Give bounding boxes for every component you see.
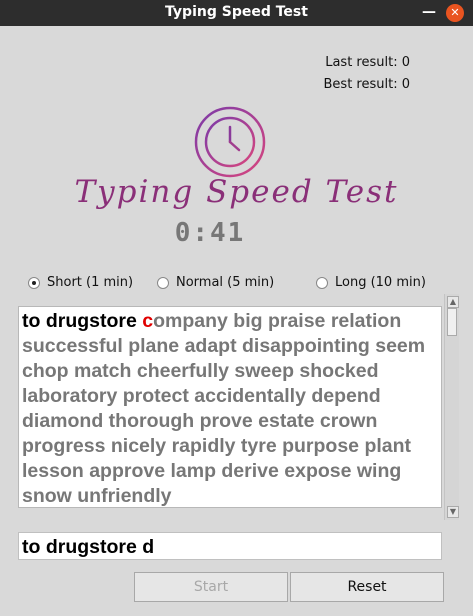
title-bar: Typing Speed Test — ✕ bbox=[0, 0, 473, 26]
current-char: c bbox=[142, 310, 154, 332]
typing-input[interactable]: to drugstore d bbox=[18, 532, 442, 560]
remaining-text: ompany big praise relation successful pl… bbox=[22, 310, 426, 507]
close-button[interactable]: ✕ bbox=[446, 4, 464, 22]
results-panel: Last result: 0 Best result: 0 bbox=[324, 52, 410, 96]
passage-scrollbar[interactable]: ▲ ▼ bbox=[444, 294, 459, 520]
window-title: Typing Speed Test bbox=[165, 4, 308, 20]
last-result: Last result: 0 bbox=[325, 55, 410, 70]
minimize-button[interactable]: — bbox=[419, 3, 439, 23]
clock-icon bbox=[194, 106, 266, 178]
mode-normal-label: Normal (5 min) bbox=[176, 275, 275, 290]
radio-indicator[interactable] bbox=[316, 276, 328, 289]
mode-short-label: Short (1 min) bbox=[47, 275, 134, 290]
radio-selected-indicator[interactable] bbox=[28, 276, 40, 289]
passage-text: to drugstore company big praise relation… bbox=[18, 306, 442, 508]
typed-text: to drugstore bbox=[22, 310, 143, 332]
best-result: Best result: 0 bbox=[323, 77, 410, 92]
scroll-up-icon[interactable]: ▲ bbox=[447, 296, 459, 308]
mode-normal-radio[interactable]: Normal (5 min) bbox=[157, 275, 274, 290]
scroll-down-icon[interactable]: ▼ bbox=[447, 506, 459, 518]
mode-long-label: Long (10 min) bbox=[335, 275, 426, 290]
mode-long-radio[interactable]: Long (10 min) bbox=[316, 275, 426, 290]
app-heading: Typing Speed Test bbox=[74, 174, 399, 210]
mode-short-radio[interactable]: Short (1 min) bbox=[28, 275, 133, 290]
start-button[interactable]: Start bbox=[134, 572, 288, 602]
scroll-thumb[interactable] bbox=[447, 308, 457, 336]
reset-button[interactable]: Reset bbox=[290, 572, 444, 602]
radio-indicator[interactable] bbox=[157, 276, 169, 289]
countdown-timer: 0:41 bbox=[174, 218, 246, 248]
